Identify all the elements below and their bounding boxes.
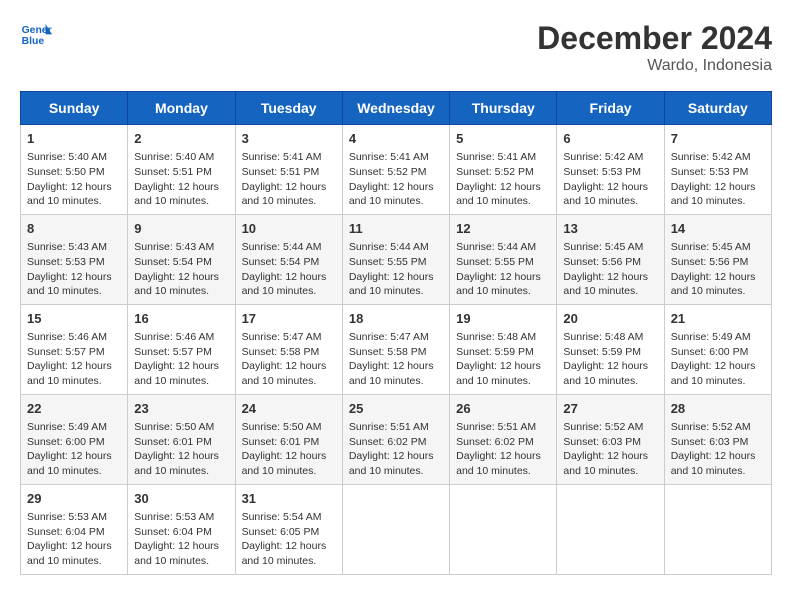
calendar-cell: 12Sunrise: 5:44 AMSunset: 5:55 PMDayligh… (450, 214, 557, 304)
calendar-week-row: 29Sunrise: 5:53 AMSunset: 6:04 PMDayligh… (21, 484, 772, 574)
calendar-cell: 14Sunrise: 5:45 AMSunset: 5:56 PMDayligh… (664, 214, 771, 304)
calendar-cell: 13Sunrise: 5:45 AMSunset: 5:56 PMDayligh… (557, 214, 664, 304)
day-number: 12 (456, 220, 550, 238)
day-number: 29 (27, 490, 121, 508)
day-number: 20 (563, 310, 657, 328)
day-number: 27 (563, 400, 657, 418)
calendar-cell (450, 484, 557, 574)
day-number: 3 (242, 130, 336, 148)
calendar-cell: 22Sunrise: 5:49 AMSunset: 6:00 PMDayligh… (21, 394, 128, 484)
day-header-tuesday: Tuesday (235, 92, 342, 125)
day-number: 5 (456, 130, 550, 148)
day-header-monday: Monday (128, 92, 235, 125)
day-number: 2 (134, 130, 228, 148)
page-header: General Blue December 2024 Wardo, Indone… (20, 20, 772, 75)
day-number: 23 (134, 400, 228, 418)
calendar-week-row: 22Sunrise: 5:49 AMSunset: 6:00 PMDayligh… (21, 394, 772, 484)
calendar-cell: 17Sunrise: 5:47 AMSunset: 5:58 PMDayligh… (235, 304, 342, 394)
calendar-cell: 4Sunrise: 5:41 AMSunset: 5:52 PMDaylight… (342, 125, 449, 215)
logo-icon: General Blue (20, 20, 52, 48)
svg-text:Blue: Blue (22, 36, 45, 47)
calendar-cell: 16Sunrise: 5:46 AMSunset: 5:57 PMDayligh… (128, 304, 235, 394)
calendar-cell: 26Sunrise: 5:51 AMSunset: 6:02 PMDayligh… (450, 394, 557, 484)
calendar-header-row: SundayMondayTuesdayWednesdayThursdayFrid… (21, 92, 772, 125)
day-number: 11 (349, 220, 443, 238)
calendar-week-row: 8Sunrise: 5:43 AMSunset: 5:53 PMDaylight… (21, 214, 772, 304)
day-number: 6 (563, 130, 657, 148)
calendar-table: SundayMondayTuesdayWednesdayThursdayFrid… (20, 91, 772, 575)
calendar-cell: 20Sunrise: 5:48 AMSunset: 5:59 PMDayligh… (557, 304, 664, 394)
calendar-cell: 11Sunrise: 5:44 AMSunset: 5:55 PMDayligh… (342, 214, 449, 304)
day-number: 21 (671, 310, 765, 328)
calendar-cell: 10Sunrise: 5:44 AMSunset: 5:54 PMDayligh… (235, 214, 342, 304)
calendar-cell: 24Sunrise: 5:50 AMSunset: 6:01 PMDayligh… (235, 394, 342, 484)
calendar-cell: 8Sunrise: 5:43 AMSunset: 5:53 PMDaylight… (21, 214, 128, 304)
calendar-cell: 15Sunrise: 5:46 AMSunset: 5:57 PMDayligh… (21, 304, 128, 394)
calendar-cell: 28Sunrise: 5:52 AMSunset: 6:03 PMDayligh… (664, 394, 771, 484)
day-header-saturday: Saturday (664, 92, 771, 125)
calendar-cell: 1Sunrise: 5:40 AMSunset: 5:50 PMDaylight… (21, 125, 128, 215)
subtitle: Wardo, Indonesia (537, 57, 772, 75)
day-number: 13 (563, 220, 657, 238)
calendar-cell: 2Sunrise: 5:40 AMSunset: 5:51 PMDaylight… (128, 125, 235, 215)
calendar-body: 1Sunrise: 5:40 AMSunset: 5:50 PMDaylight… (21, 125, 772, 575)
day-number: 25 (349, 400, 443, 418)
day-number: 7 (671, 130, 765, 148)
day-number: 24 (242, 400, 336, 418)
calendar-cell: 23Sunrise: 5:50 AMSunset: 6:01 PMDayligh… (128, 394, 235, 484)
calendar-week-row: 15Sunrise: 5:46 AMSunset: 5:57 PMDayligh… (21, 304, 772, 394)
calendar-cell: 25Sunrise: 5:51 AMSunset: 6:02 PMDayligh… (342, 394, 449, 484)
main-title: December 2024 (537, 20, 772, 57)
day-number: 16 (134, 310, 228, 328)
day-number: 8 (27, 220, 121, 238)
calendar-cell: 5Sunrise: 5:41 AMSunset: 5:52 PMDaylight… (450, 125, 557, 215)
logo: General Blue (20, 20, 52, 48)
day-number: 18 (349, 310, 443, 328)
calendar-cell: 27Sunrise: 5:52 AMSunset: 6:03 PMDayligh… (557, 394, 664, 484)
calendar-cell: 18Sunrise: 5:47 AMSunset: 5:58 PMDayligh… (342, 304, 449, 394)
day-header-thursday: Thursday (450, 92, 557, 125)
day-number: 26 (456, 400, 550, 418)
day-number: 19 (456, 310, 550, 328)
day-header-friday: Friday (557, 92, 664, 125)
calendar-cell: 30Sunrise: 5:53 AMSunset: 6:04 PMDayligh… (128, 484, 235, 574)
day-header-sunday: Sunday (21, 92, 128, 125)
day-number: 10 (242, 220, 336, 238)
day-number: 4 (349, 130, 443, 148)
day-number: 15 (27, 310, 121, 328)
day-number: 22 (27, 400, 121, 418)
calendar-cell: 9Sunrise: 5:43 AMSunset: 5:54 PMDaylight… (128, 214, 235, 304)
calendar-cell (664, 484, 771, 574)
calendar-cell: 21Sunrise: 5:49 AMSunset: 6:00 PMDayligh… (664, 304, 771, 394)
calendar-cell: 7Sunrise: 5:42 AMSunset: 5:53 PMDaylight… (664, 125, 771, 215)
day-number: 17 (242, 310, 336, 328)
calendar-cell (342, 484, 449, 574)
calendar-cell: 19Sunrise: 5:48 AMSunset: 5:59 PMDayligh… (450, 304, 557, 394)
day-number: 31 (242, 490, 336, 508)
title-block: December 2024 Wardo, Indonesia (537, 20, 772, 75)
day-number: 28 (671, 400, 765, 418)
calendar-cell: 6Sunrise: 5:42 AMSunset: 5:53 PMDaylight… (557, 125, 664, 215)
calendar-cell (557, 484, 664, 574)
calendar-cell: 29Sunrise: 5:53 AMSunset: 6:04 PMDayligh… (21, 484, 128, 574)
calendar-cell: 31Sunrise: 5:54 AMSunset: 6:05 PMDayligh… (235, 484, 342, 574)
calendar-cell: 3Sunrise: 5:41 AMSunset: 5:51 PMDaylight… (235, 125, 342, 215)
calendar-week-row: 1Sunrise: 5:40 AMSunset: 5:50 PMDaylight… (21, 125, 772, 215)
day-header-wednesday: Wednesday (342, 92, 449, 125)
day-number: 1 (27, 130, 121, 148)
day-number: 30 (134, 490, 228, 508)
day-number: 14 (671, 220, 765, 238)
day-number: 9 (134, 220, 228, 238)
